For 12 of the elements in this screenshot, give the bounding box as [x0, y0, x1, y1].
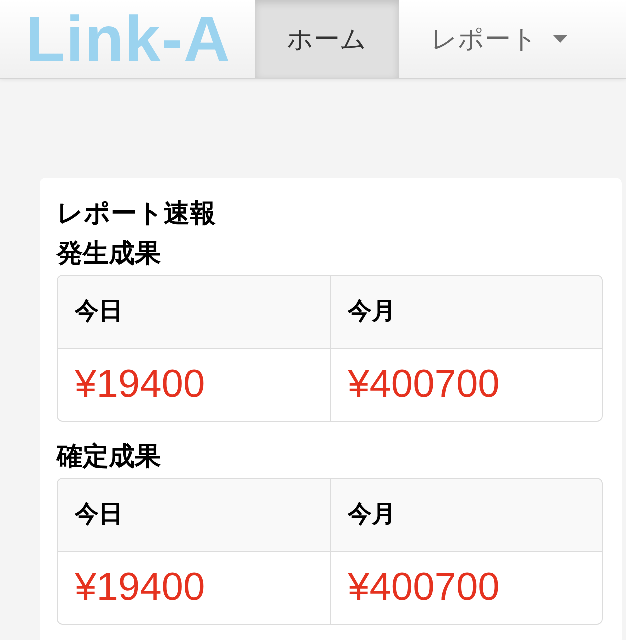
section-heading: 確定成果 — [57, 440, 162, 473]
caret-icon — [553, 35, 568, 43]
column-header: 今日 — [58, 479, 330, 552]
table-cell: ¥400700 — [330, 349, 602, 421]
nav-link[interactable]: ホーム — [255, 0, 400, 78]
column-header: 今日 — [58, 276, 330, 349]
table-cell: ¥400700 — [330, 552, 602, 624]
section-heading: 発生成果 — [57, 237, 162, 270]
column-header: 今月 — [330, 479, 602, 552]
column-header: 今月 — [330, 276, 602, 349]
nav-dropdown[interactable]: レポート — [399, 0, 600, 78]
card-title: レポート速報 — [57, 197, 217, 230]
